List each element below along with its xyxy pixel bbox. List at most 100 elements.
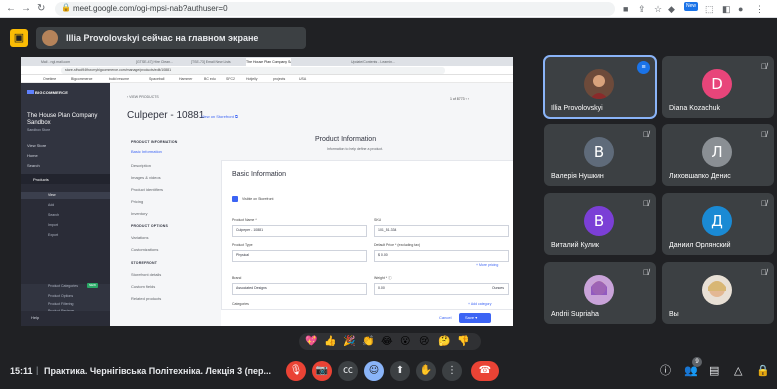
menu-icon[interactable]: ⋮ (755, 3, 764, 15)
bc-nav-view-store: View Store (27, 143, 47, 148)
new-badge: New (684, 2, 699, 11)
address-bar[interactable]: 🔒 meet.google.com/ogi-mpsi-nab?authuser=… (55, 2, 615, 16)
end-call-button[interactable]: ☎ (471, 361, 499, 381)
bookmark: Spaceball (149, 77, 165, 81)
bc-basic-title: Basic Information (232, 171, 287, 178)
reaction-party[interactable]: 🎉 (343, 334, 355, 349)
profile-icon[interactable]: ● (738, 3, 743, 15)
shared-tab: [GTSE-47] Hire Clean... (136, 60, 173, 64)
bc-new-badge: NEW (87, 283, 98, 288)
camera-toggle-button[interactable]: 📷 (312, 361, 332, 381)
emoji-button[interactable]: ☺ (364, 361, 384, 381)
participant-name: Лиховшапко Денис (669, 173, 731, 180)
bookmark: USA (299, 77, 307, 81)
bc-section-title: Product Information (315, 136, 377, 143)
chat-icon[interactable]: ▤ (709, 364, 719, 378)
mic-off-icon: 🎙̸ (643, 268, 649, 277)
bc-visible-label: Visible on Storefront (242, 197, 274, 201)
bc-field-label: Brand (232, 276, 242, 280)
participant-photo (584, 69, 614, 99)
star-icon[interactable]: ☆ (654, 3, 662, 15)
forward-icon[interactable]: → (21, 3, 31, 15)
mic-off-icon: 🎙̸ (643, 199, 649, 208)
participant-tile[interactable]: ≡ Illia Provolovskyi (543, 55, 657, 119)
participant-tile-self[interactable]: 🎙̸ Вы (662, 262, 774, 324)
meet-bottom-bar: 15:11 | Практика. Чернігівська Політехні… (0, 355, 777, 389)
reaction-laugh[interactable]: 😂 (381, 334, 393, 349)
bookmark: Hammer (179, 77, 193, 81)
shared-address-row: store-sfhcd94fhw.mybigcommerce.com/manag… (21, 66, 513, 75)
mic-toggle-button[interactable]: 🎙 (286, 361, 306, 381)
bc-main: ‹ VIEW PRODUCTS Culpeper - 10881 View on… (110, 83, 513, 326)
bc-help: Help (21, 311, 110, 326)
bc-sub-item: View (48, 193, 56, 197)
bc-cancel-button: Cancel (439, 315, 452, 320)
bc-lnav-head: STOREFRONT (131, 261, 158, 265)
reaction-clap[interactable]: 👏 (362, 334, 374, 349)
bc-store-sub: Sandbox Store (27, 128, 51, 132)
bc-sub-item: Import (48, 223, 58, 227)
bc-lnav-item: Product identifiers (131, 187, 164, 192)
present-icon[interactable]: ▣ (10, 29, 28, 47)
bc-lnav-item: Inventory (131, 211, 148, 216)
participant-tile[interactable]: 🎙̸ Д Даниил Орлянский (662, 193, 774, 255)
bc-sub-item: Product Filtering (48, 302, 74, 306)
bc-sub-item: Product Options (48, 294, 74, 298)
participant-tile[interactable]: 🎙̸ Andrii Supriaha (544, 262, 656, 324)
info-icon[interactable]: ⓘ (660, 364, 671, 378)
participant-tile[interactable]: 🎙̸ В Валерія Нушкин (544, 124, 656, 186)
bc-lnav-item: Custom fields (131, 284, 156, 289)
reaction-heart[interactable]: 💖 (305, 334, 317, 349)
bc-store-name: The House Plan Company Sandbox (27, 113, 98, 126)
mic-off-icon: 🎙̸ (761, 130, 767, 139)
presenter-avatar (42, 30, 58, 46)
shared-tab-strip: Mail - ngl.mail.com [GTSE-47] Hire Clean… (21, 57, 513, 66)
sidebar-icon[interactable]: ◧ (722, 3, 731, 15)
reaction-sad[interactable]: 😢 (419, 334, 429, 349)
people-count-badge: 9 (692, 357, 702, 367)
meeting-time: 15:11 (10, 366, 33, 376)
reaction-thinking[interactable]: 🤔 (438, 334, 450, 349)
captions-button[interactable]: ㏄ (338, 361, 358, 381)
present-button[interactable]: ⬆ (390, 361, 410, 381)
back-icon[interactable]: ← (6, 3, 16, 15)
activities-icon[interactable]: △ (734, 364, 742, 378)
reaction-surprised[interactable]: 😮 (400, 334, 410, 349)
reaction-thumbs-down[interactable]: 👎 (457, 334, 469, 349)
meeting-title: Практика. Чернігівська Політехніка. Лекц… (44, 366, 272, 376)
bookmark: projects (273, 77, 286, 81)
bc-save-button: Save ▾ (459, 313, 491, 323)
bc-products-label: Products (33, 177, 49, 182)
more-options-button[interactable]: ⋮ (442, 361, 462, 381)
puzzle-icon[interactable]: ⬚ (705, 3, 714, 15)
bc-help-label: Help (31, 315, 40, 320)
participant-tile[interactable]: 🎙̸ Л Лиховшапко Денис (662, 124, 774, 186)
participant-name: Даниил Орлянский (669, 242, 731, 249)
bc-lnav-item: Basic Information (131, 149, 162, 154)
bc-field-label: Default Price * (excluding tax) (374, 243, 421, 247)
bookmark: Hotjelly (246, 77, 258, 81)
shared-screen: Mail - ngl.mail.com [GTSE-47] Hire Clean… (21, 57, 513, 326)
bc-lnav-item: Customizations (131, 247, 159, 252)
bc-visible-checkbox (232, 196, 238, 202)
share-icon[interactable]: ⇪ (638, 3, 646, 15)
raise-hand-button[interactable]: ✋ (416, 361, 436, 381)
bc-field-label: Categories (232, 302, 249, 306)
reaction-thumbs-up[interactable]: 👍 (324, 334, 336, 349)
reload-icon[interactable]: ↻ (37, 3, 45, 15)
bc-nav-search: Search (27, 163, 40, 168)
browser-toolbar: ← → ↻ 🔒 meet.google.com/ogi-mpsi-nab?aut… (0, 0, 777, 18)
bc-lnav-item: Description (131, 163, 152, 168)
extension-icon[interactable]: ◆ (668, 3, 675, 15)
participant-tile[interactable]: 🎙̸ В Виталий Кулик (544, 193, 656, 255)
bc-more-pricing: + More pricing (476, 263, 499, 267)
bc-sku-input: 101_51.334 (374, 225, 509, 237)
presenting-banner: ▣ Illia Provolovskyi сейчас на главном э… (0, 19, 777, 57)
host-controls-icon[interactable]: 🔒 (756, 364, 770, 378)
participant-name: Виталий Кулик (551, 242, 599, 249)
bc-brand: BIGCOMMERCE (35, 90, 69, 95)
bc-weight-value: 0.00 (378, 286, 385, 290)
bc-section-sub: Information to help define a product. (327, 147, 384, 151)
participant-tile[interactable]: 🎙̸ D Diana Kozachuk (662, 56, 774, 118)
camera-icon[interactable]: ■ (623, 3, 628, 15)
